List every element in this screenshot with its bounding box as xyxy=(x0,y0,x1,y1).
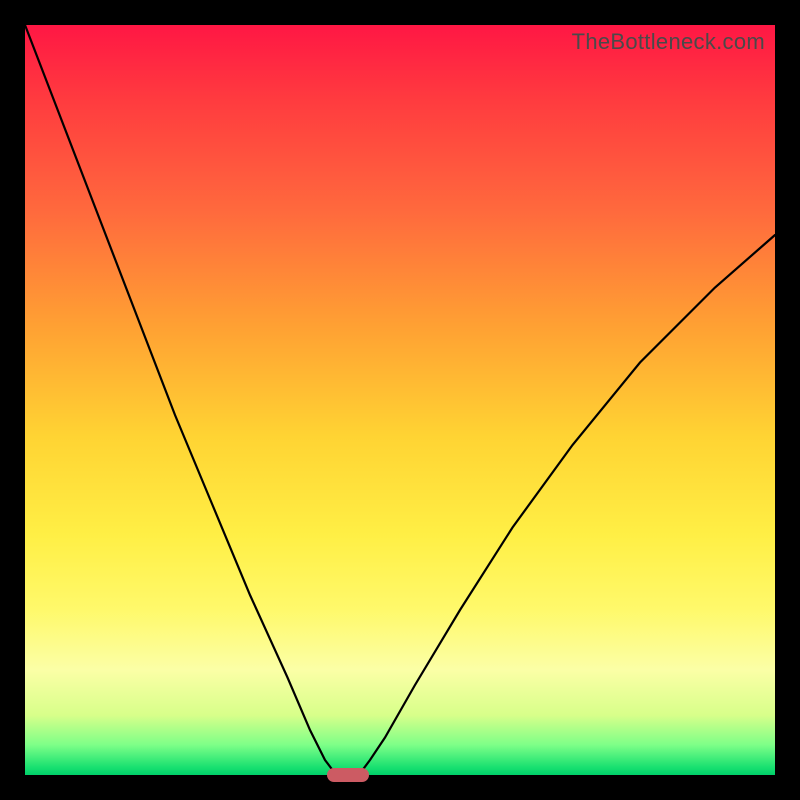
curve-right-branch xyxy=(359,235,775,775)
plot-area: TheBottleneck.com xyxy=(25,25,775,775)
curve-layer xyxy=(25,25,775,775)
minimum-marker xyxy=(327,768,369,782)
curve-left-branch xyxy=(25,25,336,775)
chart-frame: TheBottleneck.com xyxy=(0,0,800,800)
